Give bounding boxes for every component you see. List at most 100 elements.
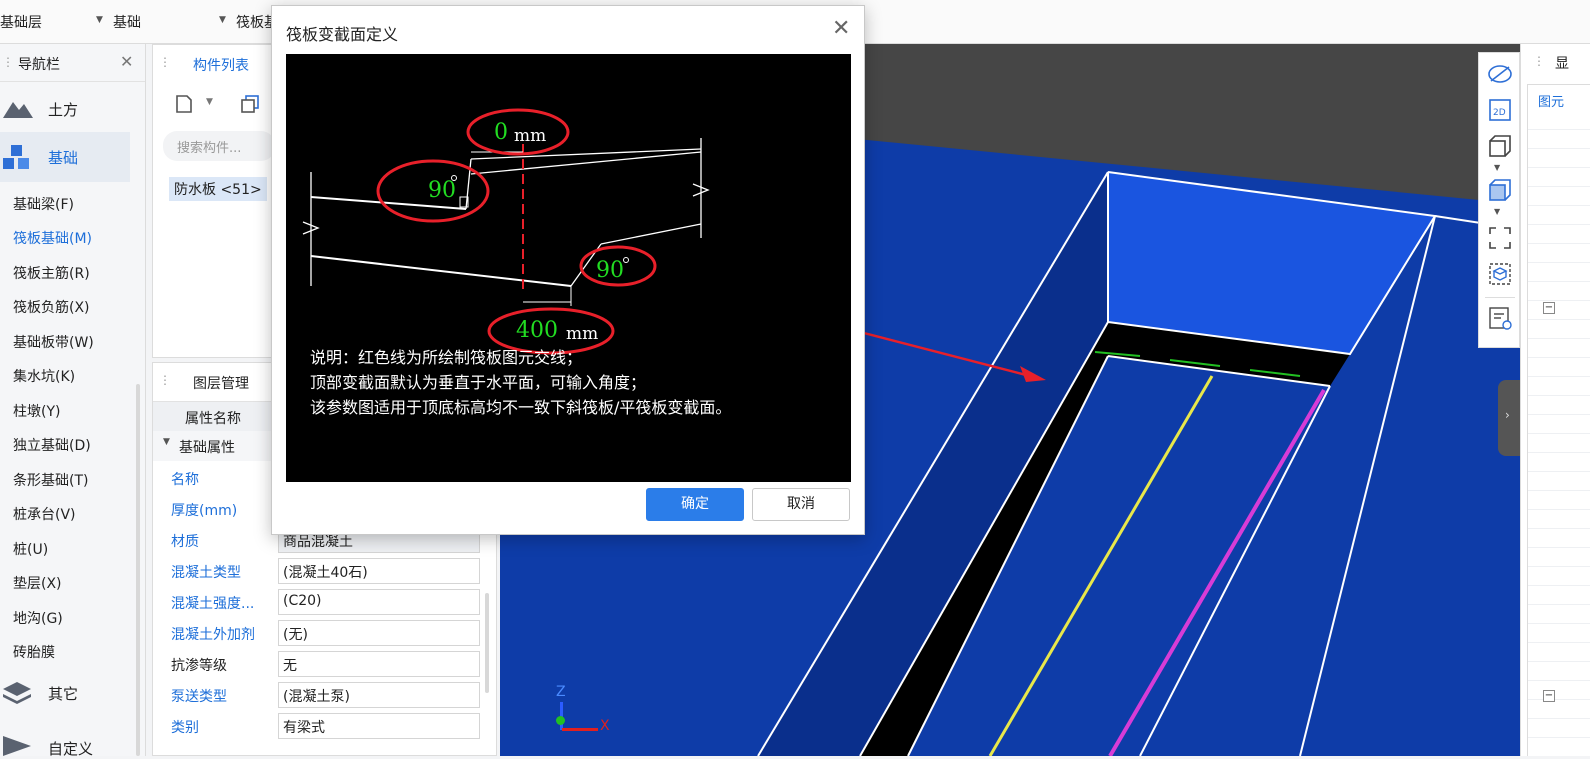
chevron-down-icon: ▼ [163,437,170,447]
layers-icon [3,682,31,704]
collapse-icon[interactable]: − [1543,690,1555,702]
drag-handle-icon[interactable]: ⋮ [159,55,171,69]
nav-category-other[interactable]: 其它 [0,668,130,718]
chevron-down-icon: ▼ [96,15,103,25]
nav-category-earthwork[interactable]: 土方 [0,84,130,134]
fit-view-icon[interactable] [1487,225,1513,251]
top-offset-unit: mm [514,126,547,146]
property-row: 混凝土外加剂 (无) [153,617,498,648]
new-component-icon[interactable] [173,93,195,115]
chevron-down-icon[interactable]: ▼ [1494,163,1500,172]
element-tree[interactable] [1527,114,1590,756]
nav-item-strip-foundation[interactable]: 条形基础(T) [13,470,88,490]
property-name: 材质 [171,534,199,550]
view-3d-box-icon[interactable] [1487,133,1513,159]
close-icon[interactable]: ✕ [832,16,850,41]
toolbar-divider [1485,297,1515,298]
property-group-label: 基础属性 [179,440,235,456]
copy-icon[interactable] [239,93,261,115]
view-2d-icon[interactable]: 2D [1487,97,1513,123]
tab-component-list[interactable]: 构件列表 [193,55,249,75]
axis-y-dot [556,716,565,725]
chevron-down-icon[interactable]: ▼ [206,97,213,107]
search-input[interactable]: 搜索构件... [163,131,275,161]
nav-item-foundation-beam[interactable]: 基础梁(F) [13,194,74,214]
nav-category-foundation[interactable]: 基础 [0,132,130,182]
property-value-category[interactable]: 有梁式 [278,713,480,739]
nav-item-cushion[interactable]: 垫层(X) [13,573,62,593]
nav-item-isolated-foundation[interactable]: 独立基础(D) [13,435,91,455]
category-combo-value: 基础 [113,15,141,31]
section-definition-dialog: 筏板变截面定义 ✕ 0 mm 90 90 400 mm 说明：红色线为所绘制筏板… [271,5,865,535]
bottom-offset-value: 400 [516,318,558,343]
column-header-name: 属性名称 [185,411,241,427]
property-value-admixture[interactable]: (无) [278,620,480,646]
nav-item-raft-negative-rebar[interactable]: 筏板负筋(X) [13,297,90,317]
property-name: 混凝土外加剂 [171,627,255,643]
property-value-impermeability[interactable]: 无 [278,651,480,677]
nav-item-raft-foundation[interactable]: 筏板基础(M) [13,228,92,248]
axis-x-line [562,728,598,731]
property-name: 厚度(mm) [171,503,238,519]
nav-item-foundation-strip[interactable]: 基础板带(W) [13,332,94,352]
collapse-panel-handle[interactable]: › [1498,380,1520,456]
svg-text:2D: 2D [1493,108,1506,118]
view-toolbar: 2D ▼ ▼ [1478,52,1520,348]
right-panel-title: 显 [1555,56,1569,72]
note-line: 顶部变截面默认为垂直于水平面，可输入角度； [310,373,647,392]
nav-item-pile-cap[interactable]: 桩承台(V) [13,504,76,524]
drag-handle-icon[interactable]: ⋮ [2,55,14,69]
property-value-pump-type[interactable]: (混凝土泵) [278,682,480,708]
navigation-panel: ⋮ 导航栏 ✕ 土方 基础 基础梁(F) 筏板基础(M) 筏板主筋(R) 筏板负… [0,44,146,758]
chevron-down-icon: ▼ [219,15,226,25]
cancel-button[interactable]: 取消 [752,488,850,521]
chevron-right-icon: › [1505,408,1510,422]
orbit-icon[interactable] [1487,61,1513,87]
collapse-icon[interactable]: − [1543,302,1555,314]
ok-button[interactable]: 确定 [646,488,744,521]
cubes-icon [3,145,29,169]
nav-scrollbar[interactable] [136,384,140,756]
floor-combo-value: 基础层 [0,15,42,31]
nav-category-custom[interactable]: 自定义 [0,720,130,758]
section-diagram: 0 mm 90 90 400 mm 说明：红色线为所绘制筏板图元交线； 顶部变截… [286,54,851,482]
nav-category-label: 其它 [48,685,79,703]
nav-category-label: 基础 [48,149,79,167]
property-value-concrete-type[interactable]: (混凝土40石) [278,558,480,584]
tab-layer-management[interactable]: 图层管理 [193,373,249,393]
axis-x-label: X [600,718,610,734]
property-name: 混凝土类型 [171,565,241,581]
nav-item-column-pier[interactable]: 柱墩(Y) [13,401,60,421]
tab-elements-label: 图元 [1538,95,1565,110]
close-icon[interactable]: ✕ [120,52,133,71]
floor-combo[interactable]: 基础层 ▼ [0,12,103,32]
left-angle-value: 90 [428,178,456,203]
top-offset-value: 0 [494,120,508,145]
search-placeholder: 搜索构件... [177,141,242,156]
nav-item-sump-pit[interactable]: 集水坑(K) [13,366,75,386]
property-value-concrete-strength[interactable]: (C20) [278,589,480,615]
custom-icon [3,736,31,756]
component-item-selected[interactable]: 防水板 <51> [169,177,267,201]
properties-view-icon[interactable] [1487,305,1513,331]
tab-elements[interactable]: 图元 [1527,84,1590,114]
right-angle-value: 90 [596,258,624,283]
nav-item-raft-main-rebar[interactable]: 筏板主筋(R) [13,263,90,283]
nav-header: ⋮ 导航栏 ✕ [0,44,145,82]
properties-scrollbar[interactable] [485,593,489,693]
component-list-panel: ⋮ 构件列表 ▼ 搜索构件... 防水板 <51> [152,44,275,358]
nav-item-pile[interactable]: 桩(U) [13,539,48,559]
nav-item-brick-membrane[interactable]: 砖胎膜 [13,642,55,662]
chevron-down-icon[interactable]: ▼ [1494,207,1500,216]
note-line: 说明：红色线为所绘制筏板图元交线； [310,348,583,367]
drag-handle-icon[interactable]: ⋮ [1533,54,1545,68]
category-combo[interactable]: 基础 ▼ [113,12,226,32]
property-row: 混凝土类型 (混凝土40石) [153,555,498,586]
view-solid-icon[interactable] [1487,177,1513,203]
select-box-icon[interactable] [1487,261,1513,287]
property-row: 混凝土强度... (C20) [153,586,498,617]
nav-category-label: 土方 [48,101,79,119]
nav-item-trench[interactable]: 地沟(G) [13,608,63,628]
drag-handle-icon[interactable]: ⋮ [159,373,171,387]
property-name: 抗渗等级 [171,658,227,674]
